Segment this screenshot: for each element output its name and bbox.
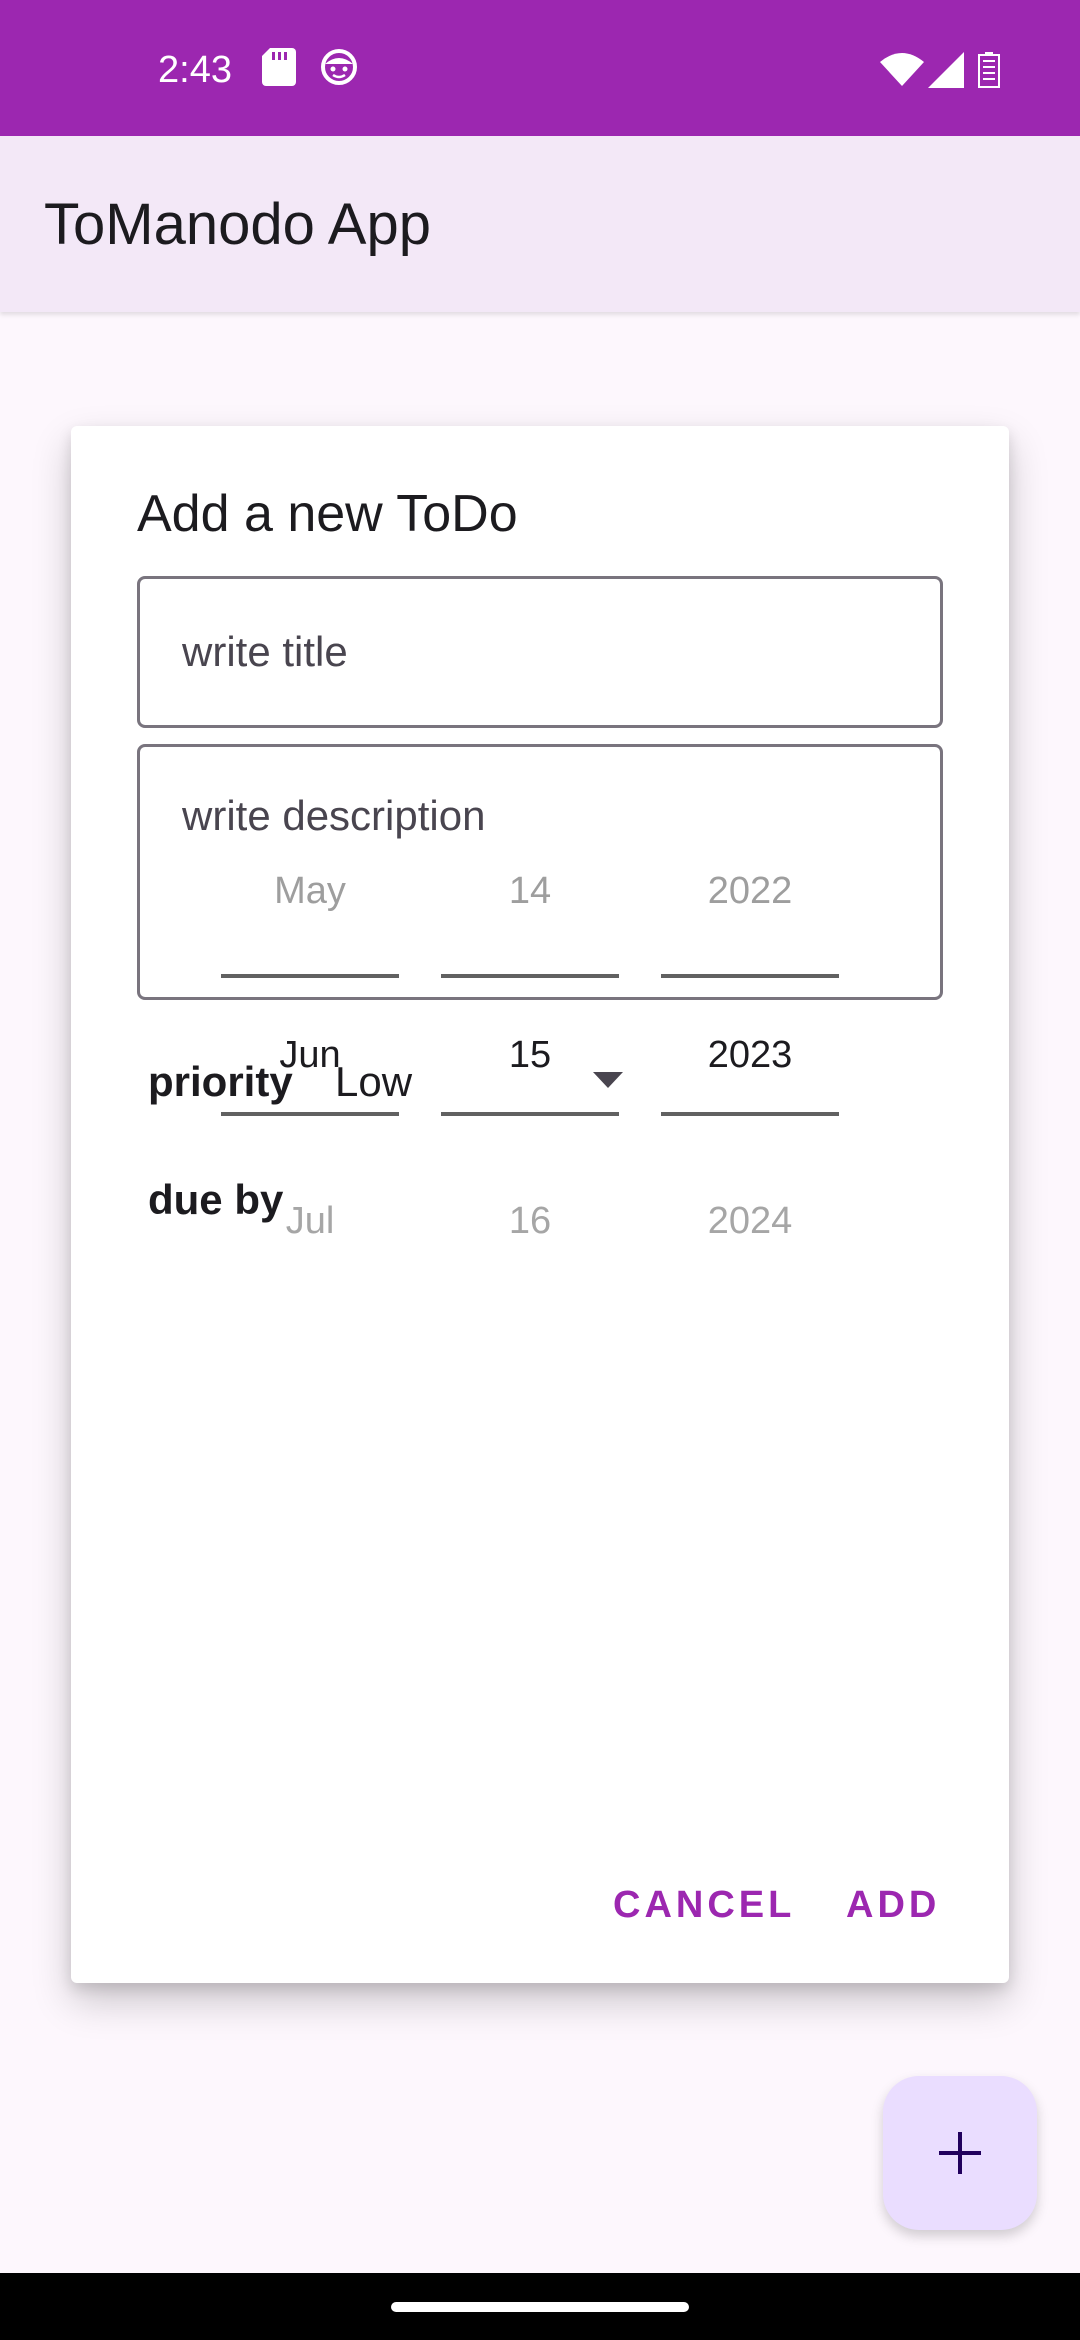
day-divider-bottom <box>441 1112 619 1116</box>
year-previous[interactable]: 2022 <box>661 866 839 916</box>
status-bar: 2:43 <box>0 0 1080 136</box>
dialog-body: Add a new ToDo priority Low due by May J… <box>71 426 1009 1983</box>
year-divider-bottom <box>661 1112 839 1116</box>
day-picker[interactable]: 14 15 16 <box>441 426 619 1242</box>
day-previous[interactable]: 14 <box>441 866 619 916</box>
month-previous[interactable]: May <box>221 866 399 916</box>
month-picker[interactable]: May Jun Jul <box>221 426 399 1242</box>
month-divider-bottom <box>221 1112 399 1116</box>
face-icon <box>320 48 358 91</box>
wifi-icon <box>880 52 924 91</box>
plus-icon <box>937 2130 983 2179</box>
year-picker[interactable]: 2022 2023 2024 <box>661 426 839 1242</box>
app-title: ToManodo App <box>44 192 431 257</box>
add-todo-fab[interactable] <box>883 2076 1037 2230</box>
cancel-button[interactable]: CANCEL <box>613 1880 795 1930</box>
home-gesture-handle[interactable] <box>391 2302 689 2312</box>
month-next[interactable]: Jul <box>221 1196 399 1246</box>
day-divider-top <box>441 974 619 978</box>
day-next[interactable]: 16 <box>441 1196 619 1246</box>
signal-icon <box>928 52 964 93</box>
month-divider-top <box>221 974 399 978</box>
year-divider-top <box>661 974 839 978</box>
month-selected[interactable]: Jun <box>221 1030 399 1080</box>
year-next[interactable]: 2024 <box>661 1196 839 1246</box>
year-selected[interactable]: 2023 <box>661 1030 839 1080</box>
battery-icon <box>978 52 1000 93</box>
app-bar: ToManodo App <box>0 136 1080 312</box>
status-time: 2:43 <box>158 49 232 91</box>
day-selected[interactable]: 15 <box>441 1030 619 1080</box>
add-button[interactable]: ADD <box>846 1880 940 1930</box>
navigation-bar <box>0 2273 1080 2340</box>
sd-card-icon <box>262 48 296 91</box>
